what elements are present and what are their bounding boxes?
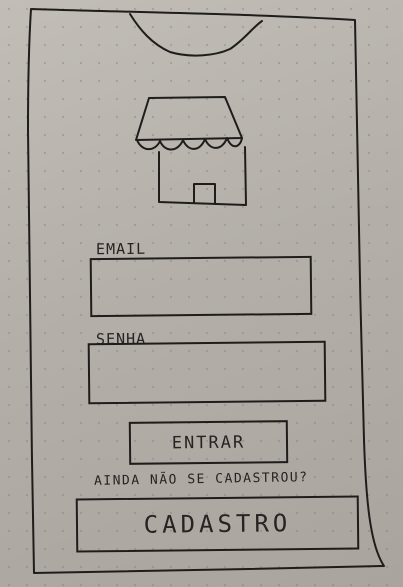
enter-button[interactable]: ENTRAR — [128, 420, 289, 465]
email-field[interactable] — [89, 255, 313, 318]
email-label: EMAIL — [95, 239, 147, 259]
phone-notch — [129, 13, 263, 57]
signup-button[interactable]: CADASTRO — [75, 495, 360, 553]
storefront-icon — [135, 96, 247, 206]
password-field[interactable] — [87, 340, 327, 405]
